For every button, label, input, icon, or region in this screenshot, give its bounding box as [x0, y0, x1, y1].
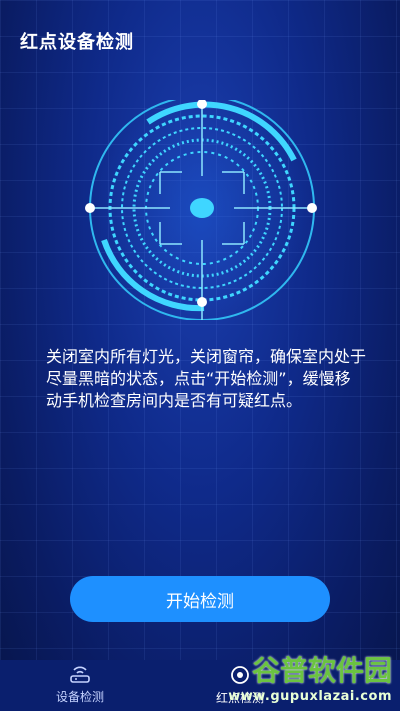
start-detect-button[interactable]: 开始检测 — [70, 576, 330, 622]
radar-center — [190, 198, 214, 218]
tab-label: 设备检测 — [55, 690, 104, 704]
watermark-brand: 谷普软件园 — [251, 654, 392, 687]
radar-graphic — [84, 95, 320, 321]
watermark-url: www.gupuxlazai.com — [228, 689, 392, 704]
watermark: 谷普软件园 www.gupuxlazai.com — [212, 649, 392, 705]
tab-device-detect[interactable]: 设备检测 — [0, 660, 160, 711]
instruction-text: 关闭室内所有灯光，关闭窗帘，确保室内处于尽量黑暗的状态，点击“开始检测”，缓慢移… — [46, 347, 367, 410]
page-title: 红点设备检测 — [20, 32, 134, 53]
router-icon — [69, 666, 91, 684]
